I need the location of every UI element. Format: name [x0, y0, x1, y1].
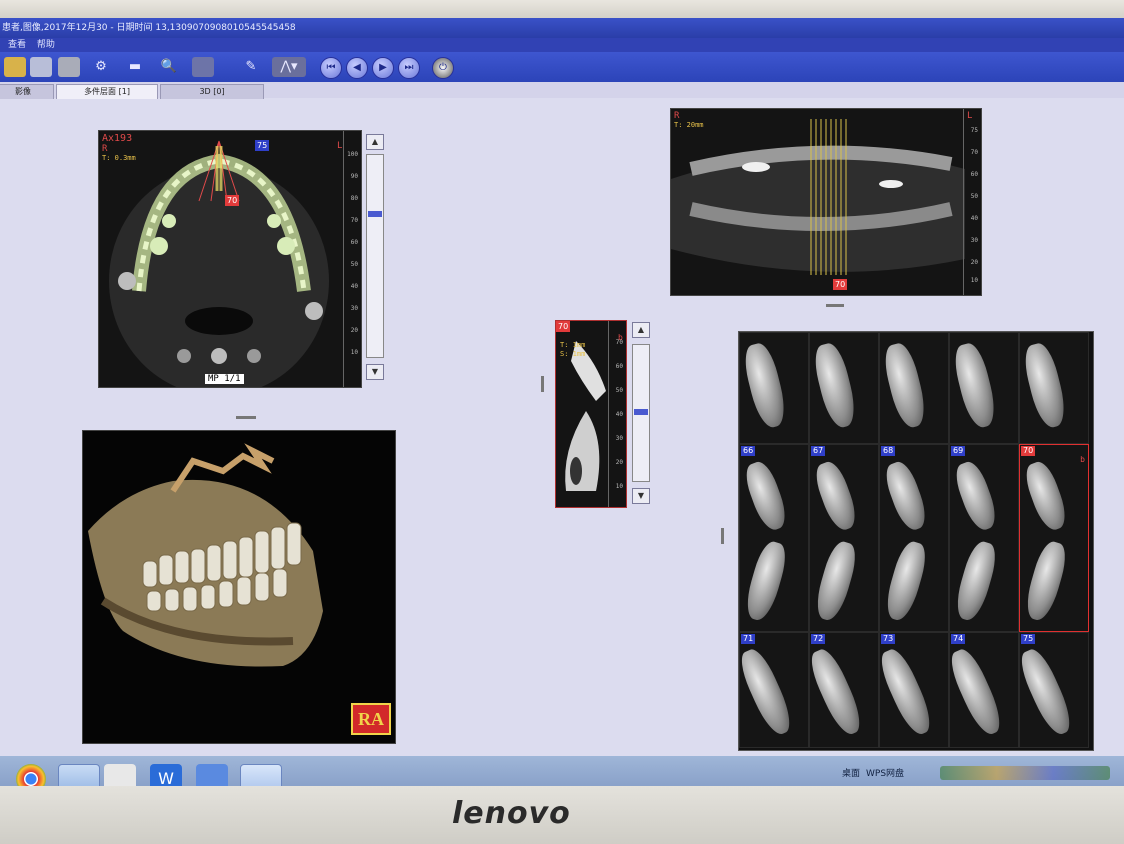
tab-3d[interactable]: 3D [0]	[160, 84, 264, 99]
slice-cell[interactable]: 71	[739, 632, 809, 748]
splitter-handle[interactable]	[236, 416, 256, 419]
prev-frame-icon[interactable]: ◀	[346, 57, 368, 79]
slice-cell[interactable]	[1019, 332, 1089, 444]
slice-cell[interactable]: 75	[1019, 632, 1089, 748]
cross-thickness: T: 1mm	[560, 341, 586, 349]
slice-cell[interactable]: 67	[809, 444, 879, 632]
cross-spacing: S: 1mm	[560, 350, 586, 358]
slice-cell[interactable]: 74	[949, 632, 1019, 748]
axial-ruler: 100 90 80 70 60 50 40 30 20 10	[343, 131, 360, 387]
cross-scroll-down-button[interactable]: ▼	[632, 488, 650, 504]
panoramic-view[interactable]: R T: 20mm L 70 75 70 60 50 40 30 20 10	[670, 108, 982, 296]
axial-scrollbar[interactable]	[366, 154, 384, 358]
pencil-icon[interactable]: ✎	[240, 57, 262, 77]
window-title: 患者,图像,2017年12月30 - 日期时间 13,1309070908010…	[0, 18, 1124, 38]
open-folder-icon[interactable]	[4, 57, 26, 77]
tray-desktop[interactable]: 桌面	[842, 766, 860, 779]
ie-icon[interactable]	[58, 764, 100, 788]
3d-orientation-label: RA	[351, 703, 391, 735]
cross-scroll-thumb[interactable]	[634, 409, 648, 415]
slice-cell[interactable]: 68	[879, 444, 949, 632]
lenovo-logo: lenovo	[452, 796, 571, 831]
cross-splitter-left[interactable]	[541, 376, 544, 392]
slice-cell[interactable]	[809, 332, 879, 444]
exit-icon[interactable]: ⏻	[432, 57, 454, 79]
menu-bar: 查看 帮助	[0, 38, 1124, 52]
print-icon[interactable]	[58, 57, 80, 77]
window-level-icon[interactable]	[192, 57, 214, 77]
slice-cell-selected[interactable]: 70 b	[1019, 444, 1089, 632]
system-tray-icons[interactable]	[940, 766, 1110, 780]
axial-marker-end: 75	[255, 140, 270, 151]
windows-taskbar: W 桌面 WPS网盘	[0, 756, 1124, 788]
axial-orientation-right: L	[337, 141, 343, 151]
panoramic-image	[671, 119, 965, 275]
axial-scroll-down-button[interactable]: ▼	[366, 364, 384, 380]
axial-view[interactable]: Ax193 R T: 0.3mm L 75 70 MP 1/1 100 90 8…	[98, 130, 362, 388]
axial-orientation-left: R	[102, 144, 108, 154]
first-frame-icon[interactable]: ⏮	[320, 57, 342, 79]
cross-splitter-right[interactable]	[721, 528, 724, 544]
cross-marker: 70	[556, 321, 571, 332]
slice-cell[interactable]: 73	[879, 632, 949, 748]
cross-ruler: 70 60 50 40 30 20 10	[608, 321, 625, 507]
next-frame-icon[interactable]: ▶	[372, 57, 394, 79]
monitor-bezel-top	[0, 0, 1124, 20]
toolbar: ⚙ ▬ 🔍 ✎ ⋀▾ ⏮ ◀ ▶ ⏭ ⏻	[0, 52, 1124, 82]
cross-scrollbar[interactable]	[632, 344, 650, 482]
slice-cell[interactable]	[879, 332, 949, 444]
axial-thickness: T: 0.3mm	[102, 154, 136, 162]
tab-bar: 影像 多件层面 [1] 3D [0]	[0, 82, 1124, 99]
cross-scroll-up-button[interactable]: ▲	[632, 322, 650, 338]
last-frame-icon[interactable]: ⏭	[398, 57, 420, 79]
axial-scroll-thumb[interactable]	[368, 211, 382, 217]
slice-grid: 66 67 68 69 70 b 71 72 73 74 75	[738, 331, 1094, 751]
measure-dropdown-icon[interactable]: ▬	[124, 57, 146, 77]
axial-scroll-up-button[interactable]: ▲	[366, 134, 384, 150]
pano-splitter-handle[interactable]	[826, 304, 844, 307]
dental-app-icon[interactable]	[104, 764, 136, 788]
3d-skull-image	[88, 443, 323, 667]
axial-footer: MP 1/1	[205, 374, 244, 384]
pano-ruler: 75 70 60 50 40 30 20 10	[963, 109, 980, 295]
cross-section-view[interactable]: 70 b T: 1mm S: 1mm 70 60 50 40 30 20 10	[555, 320, 627, 508]
cloud-drive-icon[interactable]	[196, 764, 228, 788]
wps-icon[interactable]: W	[150, 764, 182, 788]
slice-cell[interactable]	[949, 332, 1019, 444]
screen: 患者,图像,2017年12月30 - 日期时间 13,1309070908010…	[0, 18, 1124, 788]
document-icon[interactable]	[30, 57, 52, 77]
tab-image[interactable]: 影像	[0, 84, 54, 99]
active-app-icon[interactable]	[240, 764, 282, 788]
zoom-icon[interactable]: 🔍	[158, 57, 180, 77]
axial-image	[109, 140, 329, 387]
curve-tool-icon[interactable]: ⋀▾	[272, 57, 306, 77]
chrome-icon[interactable]	[16, 764, 46, 788]
menu-help[interactable]: 帮助	[37, 40, 55, 50]
tab-multi-slice[interactable]: 多件层面 [1]	[56, 84, 158, 99]
pano-marker: 70	[833, 279, 848, 290]
slice-cell[interactable]	[739, 332, 809, 444]
slice-cell[interactable]: 69	[949, 444, 1019, 632]
pano-thickness: T: 20mm	[674, 121, 704, 129]
axial-marker-start: 70	[225, 195, 240, 206]
pano-orientation-left: R	[674, 111, 680, 121]
slice-cell[interactable]: 66	[739, 444, 809, 632]
axial-slice-label: Ax193	[102, 133, 133, 144]
3d-render-view[interactable]: RA	[82, 430, 396, 744]
tray-wps-cloud[interactable]: WPS网盘	[866, 766, 904, 779]
slice-cell[interactable]: 72	[809, 632, 879, 748]
settings-icon[interactable]: ⚙	[90, 57, 112, 77]
menu-view[interactable]: 查看	[8, 40, 26, 50]
